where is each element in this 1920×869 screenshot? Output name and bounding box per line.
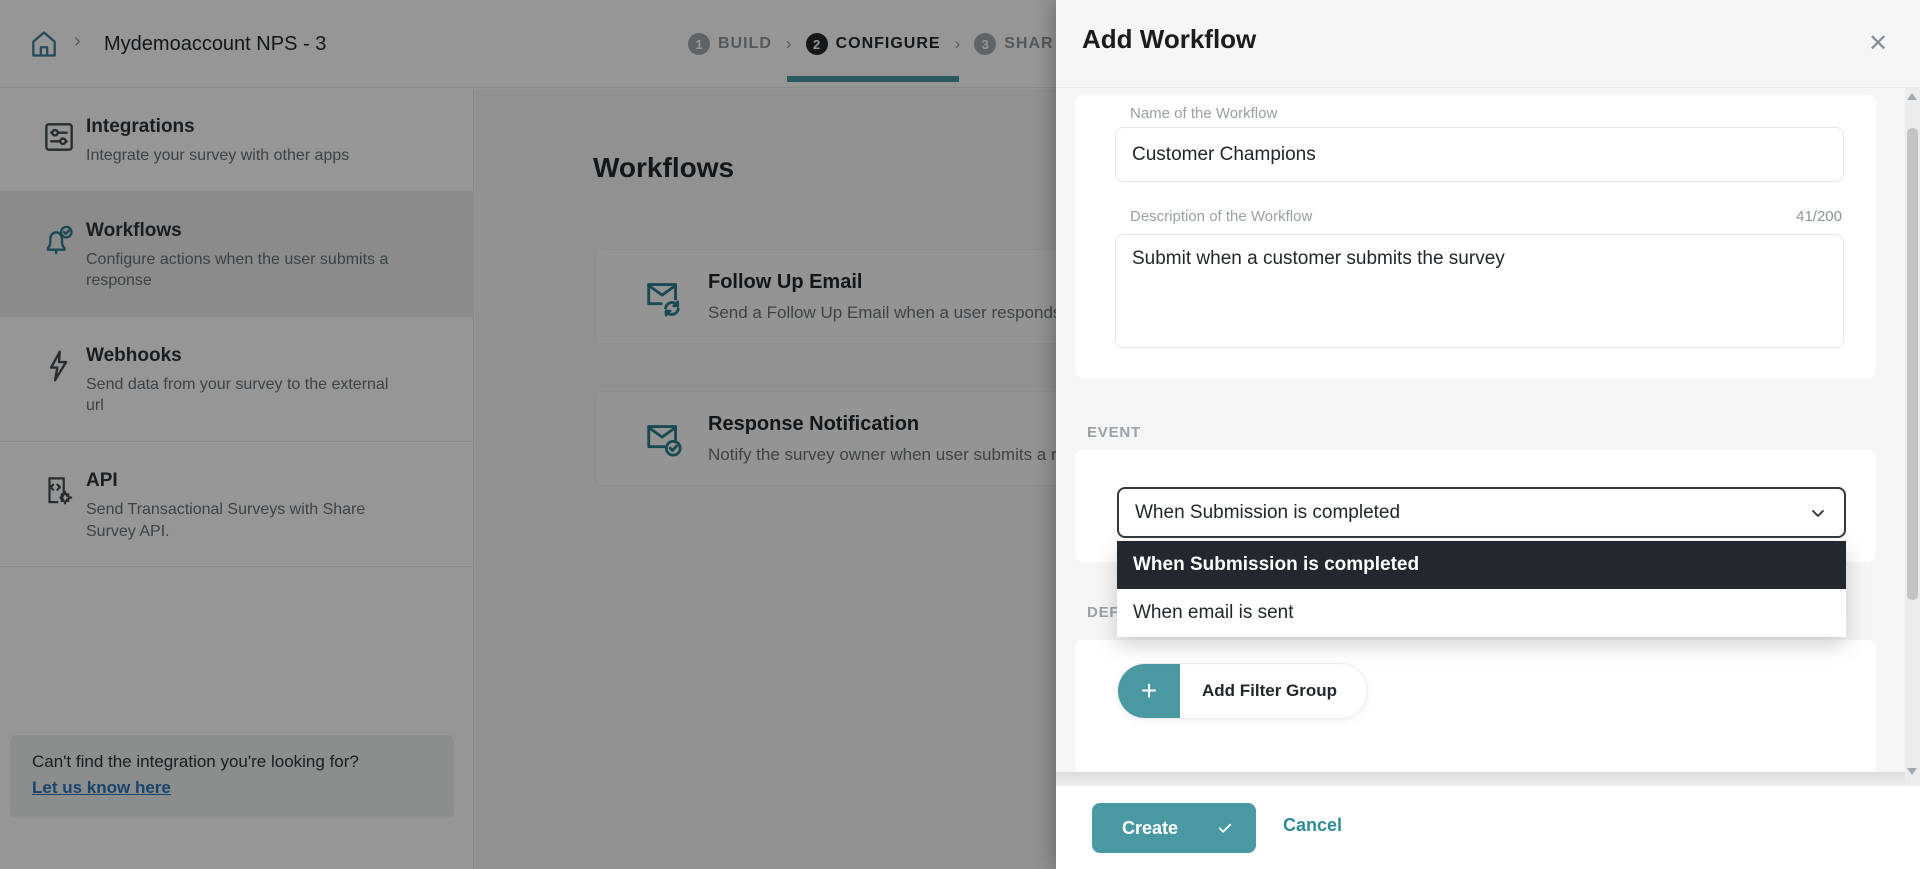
scrollbar-thumb[interactable]: [1907, 128, 1918, 600]
event-select-value: When Submission is completed: [1135, 502, 1808, 524]
dropdown-option-email-sent[interactable]: When email is sent: [1117, 589, 1846, 637]
workflow-description-textarea[interactable]: Submit when a customer submits the surve…: [1115, 234, 1844, 348]
dropdown-option-submission-completed[interactable]: When Submission is completed: [1117, 541, 1846, 589]
create-button[interactable]: Create: [1092, 803, 1256, 853]
modal-footer: Create Cancel: [1056, 786, 1920, 869]
workflow-name-input[interactable]: [1115, 127, 1844, 182]
event-dropdown-menu: When Submission is completed When email …: [1117, 541, 1846, 637]
modal-title: Add Workflow: [1082, 24, 1256, 55]
screen: › Mydemoaccount NPS - 3 1 BUILD › 2 CONF…: [0, 0, 1920, 869]
create-button-label: Create: [1122, 818, 1178, 839]
filters-card: + Add Filter Group: [1075, 640, 1876, 773]
name-field-label: Name of the Workflow: [1130, 105, 1277, 122]
modal-backdrop[interactable]: [0, 0, 1056, 869]
chevron-down-icon: [1808, 503, 1828, 523]
plus-icon: +: [1118, 664, 1180, 718]
modal-header: Add Workflow ✕: [1056, 0, 1920, 88]
cancel-button[interactable]: Cancel: [1283, 815, 1342, 836]
event-section-label: EVENT: [1087, 424, 1141, 441]
close-button[interactable]: ✕: [1859, 24, 1897, 62]
add-workflow-modal: Add Workflow ✕ Name of the Workflow Desc…: [1056, 0, 1920, 869]
close-icon: ✕: [1868, 29, 1888, 58]
add-filter-group-button[interactable]: + Add Filter Group: [1117, 663, 1368, 719]
footer-divider: [1056, 772, 1920, 786]
char-counter: 41/200: [1796, 208, 1842, 225]
event-select[interactable]: When Submission is completed: [1117, 487, 1846, 538]
check-icon: [1216, 819, 1234, 837]
description-field-label: Description of the Workflow: [1130, 208, 1312, 225]
add-filter-group-label: Add Filter Group: [1180, 664, 1367, 718]
scrollbar-down-arrow[interactable]: [1907, 768, 1917, 775]
define-section-label-partial: DEF: [1087, 604, 1119, 621]
scrollbar-up-arrow[interactable]: [1907, 93, 1917, 100]
workflow-details-card: Name of the Workflow Description of the …: [1075, 95, 1876, 378]
